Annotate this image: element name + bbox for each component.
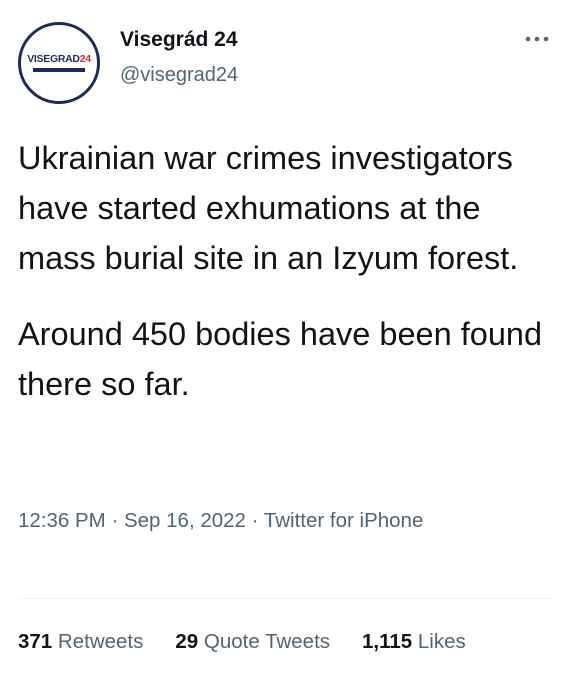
tweet-metadata: 12:36 PM · Sep 16, 2022 · Twitter for iP… (18, 504, 488, 538)
likes-count: 1,115 (362, 630, 413, 653)
retweets-stat[interactable]: 371 Retweets (18, 630, 143, 654)
avatar[interactable]: VISEGRAD24 (18, 22, 100, 104)
tweet-paragraph: Around 450 bodies have been found there … (18, 316, 543, 402)
tweet-paragraph: Ukrainian war crimes investigators have … (18, 140, 519, 276)
meta-separator: · (251, 509, 259, 532)
avatar-logo-strip (33, 68, 85, 72)
retweets-count: 371 (18, 630, 53, 653)
tweet-card: VISEGRAD24 Visegrád 24 @visegrad24 Ukrai… (0, 0, 565, 682)
tweet-time[interactable]: 12:36 PM (18, 509, 106, 532)
quote-tweets-count: 29 (175, 630, 199, 653)
quote-tweets-stat[interactable]: 29 Quote Tweets (175, 630, 330, 654)
tweet-date[interactable]: Sep 16, 2022 (124, 509, 246, 532)
author-name[interactable]: Visegrád 24 (120, 28, 238, 52)
more-options-button[interactable] (519, 26, 555, 54)
tweet-stats: 371 Retweets 29 Quote Tweets 1,115 Likes (18, 630, 558, 654)
avatar-logo-main: VISEGRAD (27, 53, 80, 65)
likes-stat[interactable]: 1,115 Likes (362, 630, 466, 654)
tweet-text: Ukrainian war crimes investigators have … (18, 133, 553, 409)
retweets-label: Retweets (57, 630, 144, 653)
tweet-source[interactable]: Twitter for iPhone (264, 509, 424, 532)
avatar-logo-number: 24 (79, 53, 91, 65)
quote-tweets-label: Quote Tweets (203, 630, 331, 653)
author-handle[interactable]: @visegrad24 (120, 64, 238, 87)
more-horizontal-icon (525, 36, 549, 42)
likes-label: Likes (417, 630, 466, 653)
avatar-logo: VISEGRAD24 (27, 53, 91, 65)
divider (18, 598, 555, 599)
meta-separator: · (111, 509, 119, 532)
